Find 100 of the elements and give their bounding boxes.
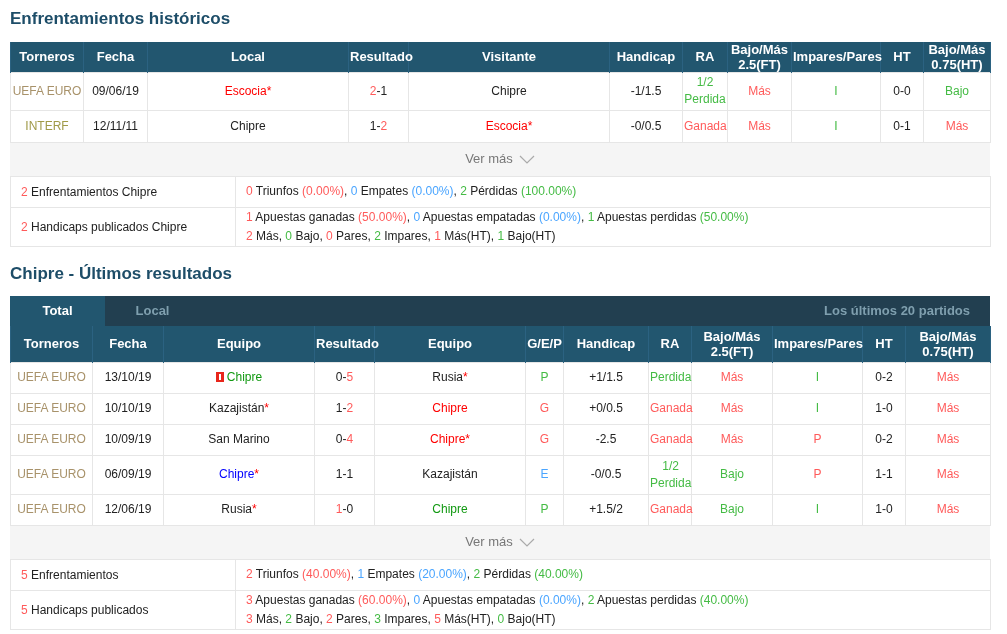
column-header: Handicap xyxy=(616,49,676,64)
column-header: Fecha xyxy=(96,49,135,64)
table-cell: Ganada xyxy=(684,117,727,135)
column-header: Bajo/Más 0.75(HT) xyxy=(927,41,987,72)
table-cell: Bajo xyxy=(720,501,744,518)
table-cell: +0/0.5 xyxy=(589,400,623,417)
table-cell: 2-1 xyxy=(369,82,388,100)
summary-label: 2 Handicaps publicados Chipre xyxy=(21,219,188,234)
column-header: Impares/Pares xyxy=(774,336,863,352)
table-cell: Más xyxy=(936,431,960,448)
table-cell: P xyxy=(813,466,822,483)
table-cell: E xyxy=(540,466,549,483)
table-cell: UEFA EURO xyxy=(17,466,86,483)
table-cell: 10/10/19 xyxy=(104,400,152,417)
table-cell: Ganada xyxy=(650,431,693,448)
table-cell: Más xyxy=(936,400,960,417)
table-cell: 1-1 xyxy=(875,466,893,483)
table-cell: 12/06/19 xyxy=(104,501,152,518)
summary-text: 3 Apuestas ganadas (60.00%), 0 Apuestas empatadas (0.00%), 2 Apuestas perdidas (40.00%) xyxy=(246,592,749,607)
column-header: HT xyxy=(875,336,893,352)
table-cell: UEFA EURO xyxy=(17,501,86,518)
table-cell: 1/2 Perdida xyxy=(650,457,692,492)
table-cell: I xyxy=(815,369,820,386)
table-cell: -1/1.5 xyxy=(630,82,662,100)
table-cell: 1-0 xyxy=(875,501,893,518)
table-cell: INTERF xyxy=(25,117,69,135)
card-icon xyxy=(215,372,224,382)
table-cell: Bajo xyxy=(945,82,969,100)
table-cell: Más xyxy=(720,369,744,386)
table-cell: P xyxy=(540,501,549,518)
column-header: Handicap xyxy=(576,336,636,352)
tab[interactable]: Local xyxy=(105,296,200,326)
table-cell: 13/10/19 xyxy=(104,369,152,386)
section-title: Enfrentamientos históricos xyxy=(10,8,232,30)
table-cell: +1/1.5 xyxy=(589,369,623,386)
table-cell: Ganada xyxy=(650,501,693,518)
chevron-down-icon xyxy=(518,154,535,164)
column-header: Bajo/Más 2.5(FT) xyxy=(729,41,790,72)
table-cell: Más xyxy=(936,501,960,518)
table-cell: Más xyxy=(936,466,960,483)
tab[interactable]: Total xyxy=(10,296,105,326)
column-header: RA xyxy=(660,336,680,352)
summary-text: 1 Apuestas ganadas (50.00%), 0 Apuestas empatadas (0.00%), 1 Apuestas perdidas (50.00%) xyxy=(246,209,749,224)
table-cell: -0/0.5 xyxy=(630,117,662,135)
summary-label: 5 Enfrentamientos xyxy=(21,567,119,582)
table-cell: San Marino xyxy=(208,431,270,448)
column-header: Bajo/Más 2.5(FT) xyxy=(702,328,762,359)
table-cell: Escocia* xyxy=(485,117,533,135)
see-more-button[interactable]: Ver más xyxy=(465,532,535,552)
column-header: Torneros xyxy=(23,336,80,352)
table-cell: 0-2 xyxy=(875,369,893,386)
summary-text: 2 Triunfos (40.00%), 1 Empates (20.00%), 2 Pérdidas (40.00%) xyxy=(246,567,583,581)
table-cell: 1-2 xyxy=(369,117,388,135)
table-cell: Rusia* xyxy=(221,501,257,518)
table-cell: 0-1 xyxy=(893,117,911,135)
table-cell: 0-4 xyxy=(335,431,354,448)
table-cell: P xyxy=(540,369,549,386)
table-cell: Kazajistán* xyxy=(208,400,269,417)
table-cell: Ganada xyxy=(650,400,693,417)
column-header: HT xyxy=(893,49,911,64)
table-cell: Más xyxy=(720,400,744,417)
table-cell: Chipre xyxy=(432,400,468,417)
summary-label: 2 Enfrentamientos Chipre xyxy=(21,184,158,199)
column-header: Equipo xyxy=(216,336,261,352)
table-cell: 0-0 xyxy=(893,82,911,100)
table-cell: 0-2 xyxy=(875,431,893,448)
table-cell: Chipre* xyxy=(430,431,470,448)
see-more-button[interactable]: Ver más xyxy=(465,149,535,169)
table-cell: Chipre* xyxy=(219,466,259,483)
table-cell: Escocia* xyxy=(224,82,272,100)
table-cell: Más xyxy=(720,431,744,448)
table-cell: G xyxy=(539,400,550,417)
table-cell: P xyxy=(813,431,822,448)
table-cell: 1-0 xyxy=(335,501,354,518)
chevron-down-icon xyxy=(518,537,535,547)
table-cell: 1-2 xyxy=(335,400,354,417)
table-cell: Más xyxy=(945,117,969,135)
column-header: Visitante xyxy=(482,49,536,64)
table-cell: I xyxy=(815,400,820,417)
table-cell: 1-0 xyxy=(875,400,893,417)
table-cell: UEFA EURO xyxy=(12,82,82,100)
column-header: Torneros xyxy=(19,49,75,64)
table-cell: 1/2 Perdida xyxy=(684,74,726,108)
column-header: RA xyxy=(695,49,715,64)
summary-text: 3 Más, 2 Bajo, 2 Pares, 3 Impares, 5 Más(HT), 0 Bajo(HT) xyxy=(246,611,556,626)
summary-text: 0 Triunfos (0.00%), 0 Empates (0.00%), 2 Pérdidas (100.00%) xyxy=(246,184,577,198)
column-header: G/E/P xyxy=(527,336,562,352)
table-cell: Más xyxy=(748,82,771,100)
table-cell: Rusia* xyxy=(432,369,468,386)
table-cell: G xyxy=(539,431,550,448)
table-cell: Bajo xyxy=(720,466,744,483)
tab-note: Los últimos 20 partidos xyxy=(824,302,971,321)
column-header: Bajo/Más 0.75(HT) xyxy=(918,328,978,359)
table-cell: +1.5/2 xyxy=(589,501,623,518)
column-header: Impares/Pares xyxy=(793,49,882,64)
table-cell: Más xyxy=(748,117,771,135)
table-cell: Más xyxy=(936,369,960,386)
table-cell: 12/11/11 xyxy=(93,117,138,135)
table-cell: I xyxy=(834,82,838,100)
table-cell: 1-1 xyxy=(335,466,354,483)
